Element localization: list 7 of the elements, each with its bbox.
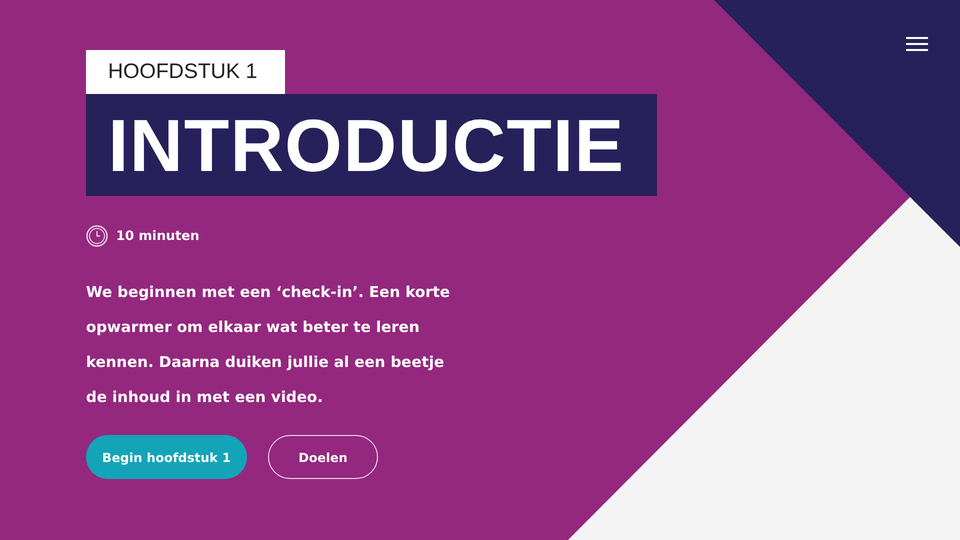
- clock-icon: [86, 225, 108, 247]
- description-text: We beginnen met een ‘check-in’. Een korte opwarmer om elkaar wat beter te leren kennen. Daarna duiken jullie al een beetje de inhoud in met een video.: [86, 282, 451, 408]
- menu-icon[interactable]: [906, 37, 928, 51]
- chapter-label: HOOFDSTUK 1: [86, 50, 286, 94]
- duration-text: 10 minuten: [116, 228, 200, 244]
- chapter-title: INTRODUCTIE: [86, 94, 657, 196]
- goals-button[interactable]: Doelen: [268, 435, 378, 479]
